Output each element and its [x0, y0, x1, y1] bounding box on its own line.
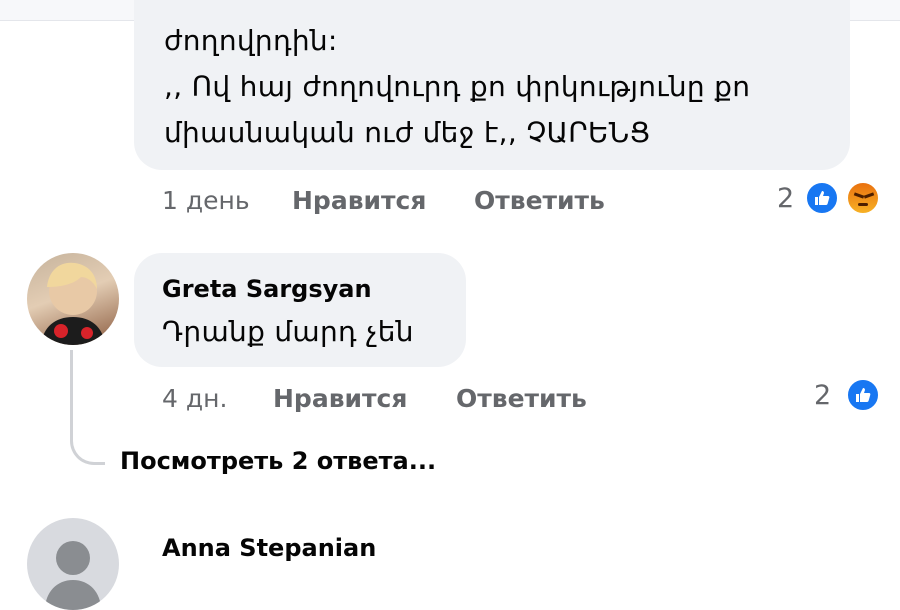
comment-author[interactable]: Greta Sargsyan — [162, 275, 372, 303]
reaction-count[interactable]: 2 — [814, 380, 831, 411]
comment-text: Դրանք մարդ չեն — [162, 315, 414, 348]
comment-bubble: ժողովրդին: ,, Ով հայ ժողովուրդ քո փրկութ… — [134, 0, 850, 170]
like-button[interactable]: Нравится — [273, 384, 407, 413]
angry-icon[interactable] — [846, 181, 880, 215]
like-button[interactable]: Нравится — [292, 186, 426, 215]
angry-brow — [853, 192, 865, 199]
reply-button[interactable]: Ответить — [456, 384, 587, 413]
comment-text-line: ,, Ով հայ ժողովուրդ քո փրկությունը քո — [164, 70, 751, 103]
reply-button[interactable]: Ответить — [474, 186, 605, 215]
comment-time[interactable]: 4 дн. — [162, 384, 227, 413]
angry-brow — [863, 192, 875, 199]
reaction-count[interactable]: 2 — [777, 183, 794, 214]
comment-bubble: Greta Sargsyan Դրանք մարդ չեն — [134, 253, 466, 367]
comment-text-line: միասնական ուժ մեջ է,, ՉԱՐԵՆՑ — [164, 116, 651, 149]
comment-time[interactable]: 1 день — [162, 186, 250, 215]
view-replies-link[interactable]: Посмотреть 2 ответа... — [120, 447, 436, 475]
like-icon[interactable] — [846, 378, 880, 412]
comment-author[interactable]: Anna Stepanian — [162, 534, 376, 562]
avatar[interactable] — [27, 253, 119, 345]
thread-connector-line — [70, 350, 105, 465]
comment-text-line: ժողովրդին: — [164, 24, 338, 57]
angry-mouth — [858, 203, 868, 206]
avatar[interactable] — [27, 518, 119, 610]
like-icon[interactable] — [805, 181, 839, 215]
